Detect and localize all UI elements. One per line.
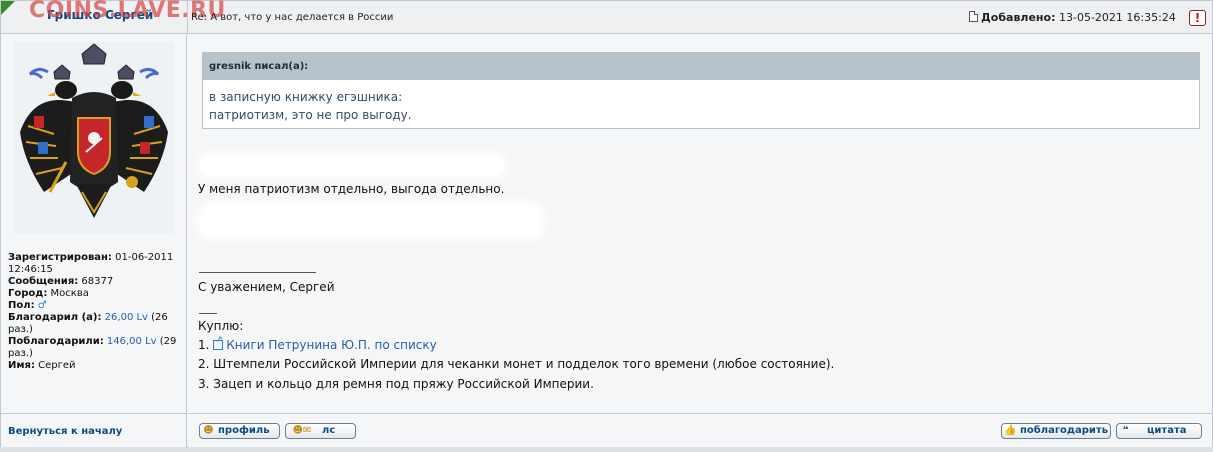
- city-label: Город:: [8, 288, 48, 299]
- profile-icon: ☻: [203, 425, 214, 436]
- signature-divider: [199, 272, 316, 273]
- city-value: Москва: [50, 288, 89, 299]
- quote-text: в записную книжку егэшника: патриотизм, …: [203, 80, 1199, 124]
- document-icon: [969, 11, 978, 22]
- user-profile-info: Зарегистрирован: 01-06-2011 12:46:15 Соо…: [8, 252, 186, 372]
- pm-button-label: лс: [322, 425, 336, 436]
- double-headed-eagle-icon: [14, 42, 174, 234]
- added-label: Добавлено:: [981, 11, 1056, 24]
- back-to-top-link[interactable]: Вернуться к началу: [8, 426, 122, 437]
- quote-button-label: цитата: [1147, 425, 1187, 436]
- male-icon: ♂: [37, 300, 47, 311]
- messages-label: Сообщения:: [8, 276, 79, 287]
- buy-item-1-number: 1.: [198, 338, 210, 352]
- was-thanked-label: Поблагодарили:: [8, 336, 104, 347]
- quote-line-1: в записную книжку егэшника:: [209, 90, 403, 104]
- profile-button-label: профиль: [218, 425, 270, 436]
- report-button[interactable]: !: [1189, 10, 1206, 26]
- gender-label: Пол:: [8, 300, 35, 311]
- quote-icon: ❝: [1122, 425, 1129, 436]
- signature-greeting: С уважением, Сергей: [198, 280, 335, 294]
- name-label: Имя:: [8, 360, 35, 371]
- quote-button[interactable]: ❝ цитата: [1116, 423, 1202, 439]
- thumbs-up-icon: 👍: [1004, 425, 1017, 436]
- footer-actions: ☻ профиль ☻✉ лс 👍 поблагодарить ❝ цитата: [188, 413, 1212, 448]
- profile-button[interactable]: ☻ профиль: [199, 423, 280, 439]
- city-row: Город: Москва: [8, 288, 186, 300]
- quote-line-2: патриотизм, это не про выгоду.: [209, 108, 412, 122]
- pm-icon: ☻✉: [292, 425, 312, 436]
- message-text: У меня патриотизм отдельно, выгода отдел…: [198, 182, 505, 196]
- signature-short-divider: [199, 313, 217, 314]
- avatar: [14, 42, 174, 234]
- messages-value: 68377: [81, 276, 114, 287]
- report-icon: !: [1194, 11, 1201, 25]
- buy-item-1-link[interactable]: Книги Петрунина Ю.П. по списку: [226, 338, 436, 352]
- was-thanked-row: Поблагодарили: 146,00 Lv (29 раз.): [8, 336, 186, 360]
- messages-row: Сообщения: 68377: [8, 276, 186, 288]
- buy-item-3: 3. Зацеп и кольцо для ремня под пряжу Ро…: [198, 377, 594, 391]
- was-thanked-amount-link[interactable]: 146,00 Lv: [107, 336, 157, 347]
- thank-button-label: поблагодарить: [1020, 425, 1109, 436]
- buy-item-1: 1. Книги Петрунина Ю.П. по списку: [198, 335, 437, 352]
- thanked-amount-link[interactable]: 26,00 Lv: [105, 312, 148, 323]
- footer-left: Вернуться к началу: [1, 413, 187, 448]
- bottom-strip: [0, 447, 1213, 452]
- post-body: gresnik писал(а): в записную книжку егэш…: [188, 35, 1212, 413]
- quote-header: gresnik писал(а):: [203, 53, 1199, 80]
- redacted-text-2: [196, 201, 546, 241]
- quote-block: gresnik писал(а): в записную книжку егэш…: [202, 52, 1200, 129]
- post-corner-marker: [1, 1, 15, 15]
- thanked-label: Благодарил (а):: [8, 312, 102, 323]
- gender-row: Пол: ♂: [8, 300, 186, 312]
- post-header: Гришко Сергей COINS.LAVE.RU Re: А вот, ч…: [1, 0, 1212, 34]
- name-row: Имя: Сергей: [8, 360, 186, 372]
- forum-post: Гришко Сергей COINS.LAVE.RU Re: А вот, ч…: [0, 0, 1213, 448]
- redacted-text-1: [196, 153, 508, 179]
- external-link-icon: [213, 335, 224, 350]
- user-info-column: Зарегистрирован: 01-06-2011 12:46:15 Соо…: [1, 35, 187, 413]
- post-date: Добавлено: 13-05-2021 16:35:24: [969, 11, 1176, 24]
- registered-label: Зарегистрирован:: [8, 252, 112, 263]
- registered-row: Зарегистрирован: 01-06-2011 12:46:15: [8, 252, 186, 276]
- thank-button[interactable]: 👍 поблагодарить: [1001, 423, 1111, 439]
- added-value: 13-05-2021 16:35:24: [1059, 11, 1176, 24]
- buy-item-2: 2. Штемпели Российской Империи для чекан…: [198, 357, 835, 371]
- thanked-row: Благодарил (а): 26,00 Lv (26 раз.): [8, 312, 186, 336]
- post-subject: Re: А вот, что у нас делается в России: [191, 12, 394, 23]
- buy-title: Куплю:: [198, 319, 244, 333]
- header-divider: [187, 1, 188, 34]
- pm-button[interactable]: ☻✉ лс: [285, 423, 356, 439]
- name-value: Сергей: [38, 360, 76, 371]
